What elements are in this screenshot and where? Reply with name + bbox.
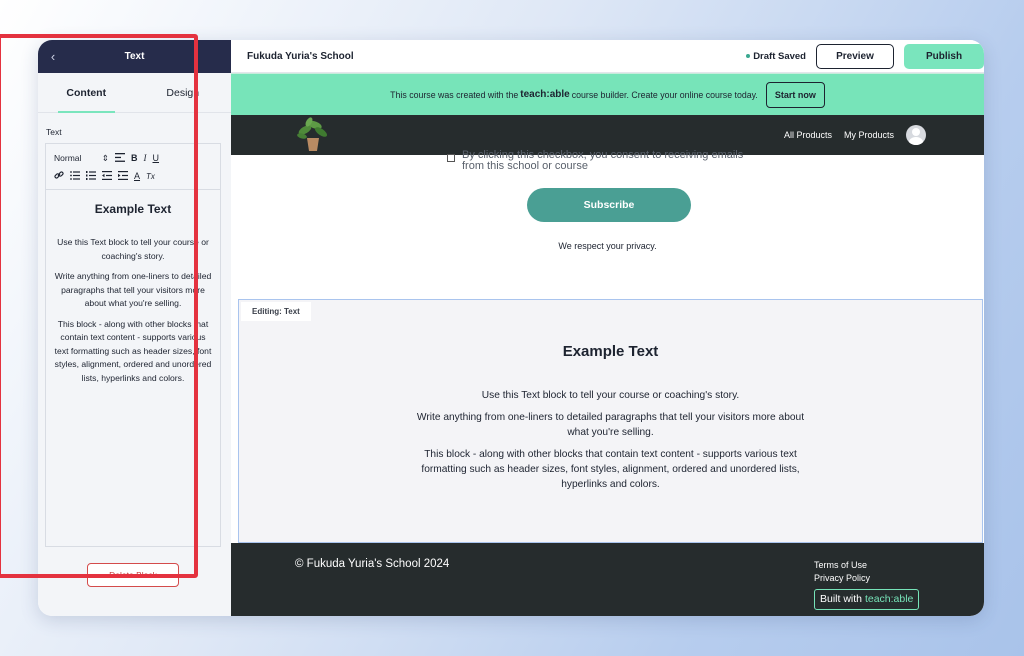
- editor-paragraph-3: This block - along with other blocks tha…: [54, 318, 212, 383]
- text-color-icon[interactable]: A: [134, 171, 140, 181]
- builder-window: ‹ Text Fukuda Yuria's School Draft Saved…: [38, 40, 984, 616]
- italic-icon[interactable]: I: [144, 153, 147, 163]
- nav-my-products[interactable]: My Products: [844, 130, 894, 140]
- align-icon[interactable]: [115, 152, 125, 164]
- site-footer: © Fukuda Yuria's School 2024 Terms of Us…: [231, 543, 984, 616]
- panel-tabs: Content Design: [38, 73, 231, 113]
- editor-content[interactable]: Example Text Use this Text block to tell…: [46, 190, 220, 402]
- editor-heading: Example Text: [94, 202, 172, 216]
- nav-links: All Products My Products: [784, 125, 926, 145]
- consent-checkbox[interactable]: [447, 154, 455, 162]
- consent-label: By clicking this checkbox, you consent t…: [462, 149, 744, 172]
- select-arrows-icon: ⇕: [101, 152, 109, 163]
- numbered-list-icon[interactable]: [86, 170, 96, 182]
- editing-tag: Editing: Text: [241, 302, 311, 321]
- promo-banner: This course was created with the teach:a…: [231, 73, 984, 115]
- publish-button[interactable]: Publish: [904, 43, 984, 69]
- text-field-label: Text: [46, 127, 62, 137]
- subscribe-section: By clicking this checkbox, you consent t…: [231, 150, 984, 299]
- nav-all-products[interactable]: All Products: [784, 130, 832, 140]
- plant-logo-icon[interactable]: [293, 116, 333, 152]
- editor-toolbar: Normal ⇕ B I U A Tx: [46, 144, 220, 190]
- built-prefix: Built with: [820, 593, 863, 605]
- editor-paragraph-1: Use this Text block to tell your course …: [57, 237, 209, 261]
- tab-design[interactable]: Design: [135, 73, 232, 112]
- privacy-link[interactable]: Privacy Policy: [814, 572, 919, 585]
- underline-icon[interactable]: U: [153, 153, 160, 163]
- start-now-button[interactable]: Start now: [765, 81, 825, 108]
- back-button[interactable]: ‹: [38, 49, 68, 64]
- clear-format-icon[interactable]: Tx: [146, 172, 155, 181]
- panel-header: ‹ Text: [38, 40, 231, 73]
- status-dot-icon: [746, 54, 751, 58]
- banner-text-after: course builder. Create your online cours…: [571, 89, 758, 100]
- panel-title: Text: [124, 51, 145, 62]
- school-name: Fukuda Yuria's School: [247, 50, 354, 62]
- bullet-list-icon[interactable]: [70, 170, 80, 182]
- banner-brand: teach:able: [520, 89, 570, 100]
- block-paragraph-2: Write anything from one-liners to detail…: [416, 412, 805, 438]
- built-with-badge[interactable]: Built with teach:able: [814, 589, 920, 610]
- tab-content[interactable]: Content: [38, 73, 135, 113]
- privacy-note: We respect your privacy.: [558, 241, 657, 251]
- editor-paragraph-2: Write anything from one-liners to detail…: [54, 271, 212, 308]
- footer-links: Terms of Use Privacy Policy Built with t…: [814, 559, 920, 610]
- outdent-icon[interactable]: [102, 170, 112, 182]
- indent-icon[interactable]: [118, 170, 128, 182]
- site-preview: This course was created with the teach:a…: [231, 73, 984, 616]
- link-icon[interactable]: [54, 170, 64, 182]
- text-style-select[interactable]: Normal ⇕: [54, 153, 109, 164]
- editing-text-block[interactable]: Editing: Text Example Text Use this Text…: [238, 299, 983, 543]
- consent-row: By clicking this checkbox, you consent t…: [447, 150, 767, 172]
- top-bar: Fukuda Yuria's School Draft Saved Previe…: [231, 40, 984, 73]
- rich-text-editor[interactable]: Normal ⇕ B I U A Tx Example Text Use thi…: [45, 143, 221, 547]
- draft-status: Draft Saved: [746, 51, 806, 62]
- copyright: © Fukuda Yuria's School 2024: [295, 558, 450, 570]
- text-style-value: Normal: [54, 152, 82, 163]
- delete-block-button[interactable]: Delete Block: [87, 563, 179, 587]
- avatar[interactable]: [906, 125, 926, 145]
- terms-link[interactable]: Terms of Use: [814, 559, 919, 572]
- built-brand: teach:able: [864, 593, 914, 605]
- banner-text-before: This course was created with the: [390, 89, 519, 100]
- subscribe-button[interactable]: Subscribe: [527, 188, 691, 222]
- draft-status-label: Draft Saved: [753, 50, 806, 62]
- bold-icon[interactable]: B: [131, 153, 138, 163]
- preview-button[interactable]: Preview: [816, 43, 894, 69]
- block-paragraph-3: This block - along with other blocks tha…: [421, 449, 800, 490]
- block-paragraph-1: Use this Text block to tell your course …: [481, 390, 740, 401]
- block-heading: Example Text: [562, 343, 659, 360]
- block-settings-panel: Content Design Text Normal ⇕ B I U A Tx …: [38, 73, 231, 616]
